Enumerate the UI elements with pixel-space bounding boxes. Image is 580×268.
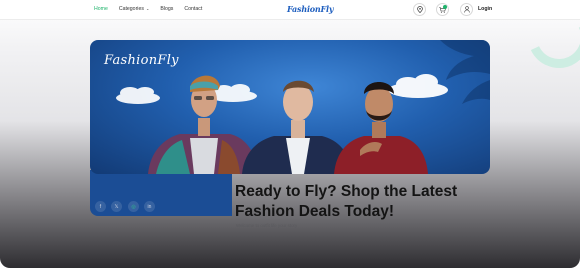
cloud-left [116, 87, 160, 104]
cart-button[interactable] [436, 3, 449, 16]
hero-subline: Welcome to outfit life your story [236, 223, 298, 228]
nav-categories[interactable]: Categories ⌄ [119, 6, 150, 12]
cloud-right [388, 74, 448, 98]
user-button[interactable] [460, 3, 473, 16]
instagram-icon[interactable]: ◎ [128, 201, 139, 212]
nav-categories-label: Categories [118, 6, 144, 12]
hero-brand-logo: FashionFly [104, 53, 179, 68]
facebook-icon[interactable]: f [95, 201, 106, 212]
nav-home[interactable]: Home [94, 6, 108, 12]
brand-logo[interactable]: FashionFly [287, 4, 334, 14]
map-pin-icon [416, 6, 423, 13]
chevron-down-icon: ⌄ [144, 6, 150, 11]
user-icon [463, 6, 470, 13]
hero-headline: Ready to Fly? Shop the Latest Fashion De… [235, 182, 495, 222]
x-icon[interactable]: 𝕏 [111, 201, 122, 212]
hero-headline-line2: Fashion Deals Today! [235, 203, 395, 220]
top-navbar: Home Categories ⌄ Blogs Contact FashionF… [0, 0, 580, 20]
nav-contact[interactable]: Contact [184, 6, 202, 12]
main-nav: Home Categories ⌄ Blogs Contact [94, 6, 202, 12]
model-center [242, 80, 352, 174]
nav-blogs[interactable]: Blogs [160, 6, 173, 12]
login-link[interactable]: Login [478, 6, 492, 12]
cart-badge [443, 5, 447, 9]
palm-leaves-right [440, 40, 490, 104]
location-button[interactable] [413, 3, 426, 16]
hero-headline-line1: Ready to Fly? Shop the Latest [235, 183, 458, 200]
hero-banner: FashionFly [90, 40, 490, 174]
page-frame: Home Categories ⌄ Blogs Contact FashionF… [0, 0, 580, 268]
linkedin-icon[interactable]: in [144, 201, 155, 212]
